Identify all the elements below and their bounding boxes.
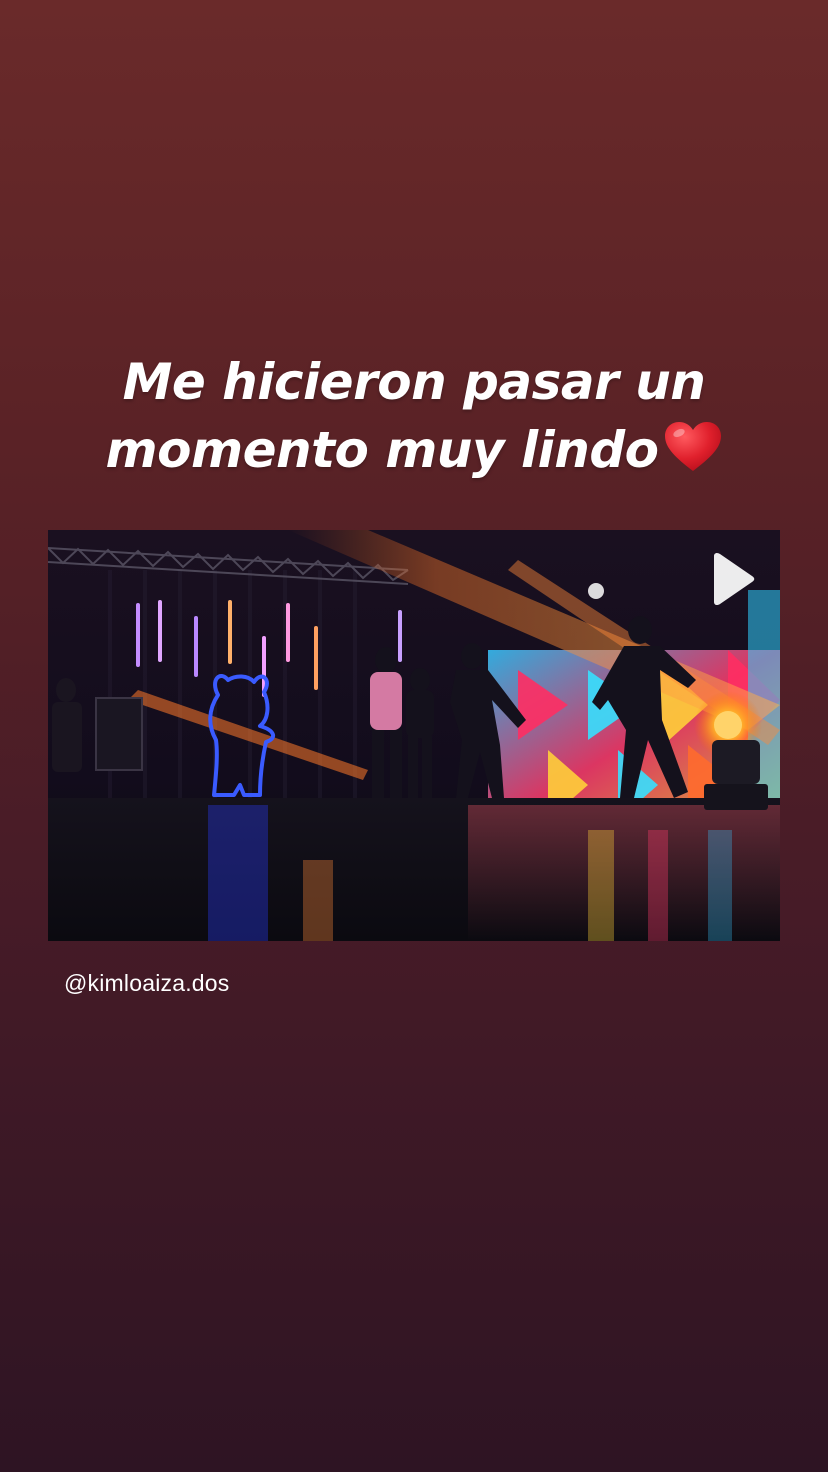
mention-sticker[interactable]: @kimloaiza.dos bbox=[64, 970, 230, 997]
story-caption: Me hicieron pasar un momento muy lindo bbox=[40, 348, 788, 484]
caption-line-1: Me hicieron pasar un bbox=[122, 353, 706, 411]
shared-video-post[interactable] bbox=[48, 530, 780, 941]
play-icon[interactable] bbox=[708, 552, 756, 606]
caption-line-2-wrap: momento muy lindo bbox=[40, 416, 788, 484]
red-heart-icon bbox=[664, 416, 722, 484]
caption-line-2: momento muy lindo bbox=[105, 421, 659, 479]
story-screen: Me hicieron pasar un momento muy lindo @… bbox=[0, 0, 828, 1472]
concert-stage-video-thumbnail bbox=[48, 530, 780, 941]
